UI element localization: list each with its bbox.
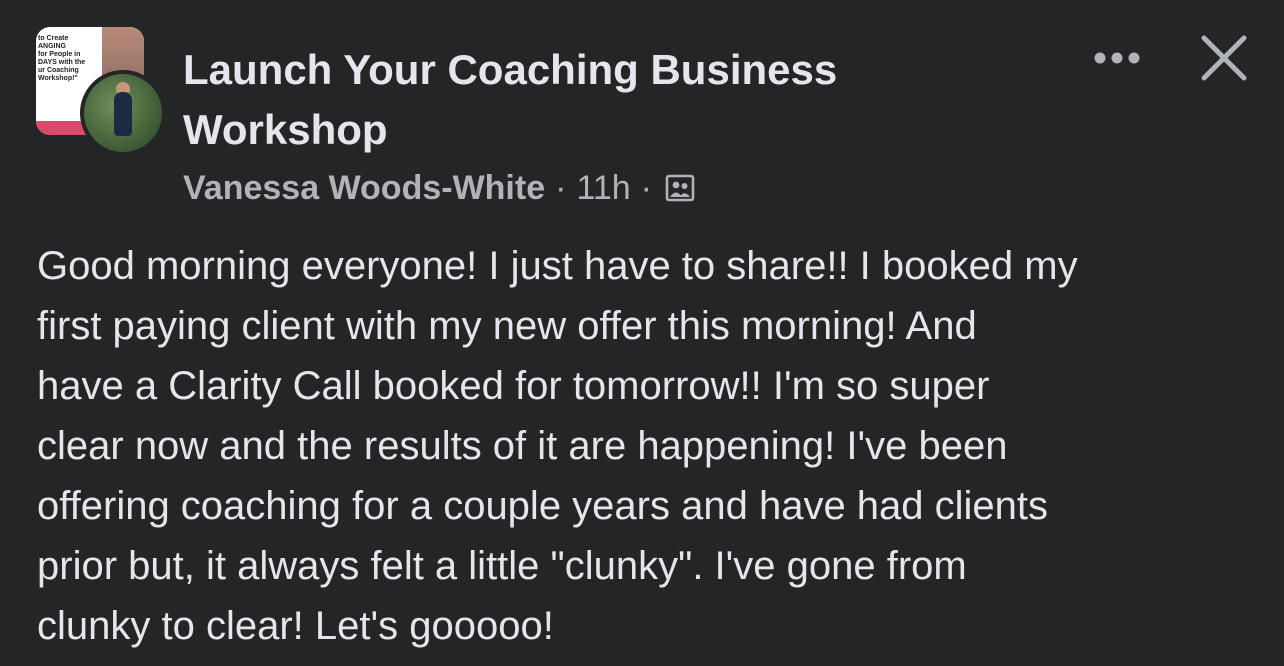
author-name-link[interactable]: Vanessa Woods-White — [183, 169, 545, 208]
close-icon — [1201, 35, 1247, 81]
post-card: to Create ANGING for People in DAYS with… — [0, 0, 1284, 666]
meta-separator: · — [555, 168, 567, 207]
author-avatar-figure — [114, 92, 132, 136]
author-avatar[interactable] — [80, 70, 166, 156]
post-body-text: Good morning everyone! I just have to sh… — [37, 244, 1078, 648]
post-timestamp[interactable]: 11h — [576, 169, 630, 208]
post-meta: Vanessa Woods-White · 11h · — [183, 166, 696, 210]
group-avatar-text: to Create ANGING for People in DAYS with… — [38, 35, 86, 82]
group-audience-icon — [664, 172, 696, 204]
more-options-button[interactable] — [1088, 38, 1146, 78]
close-button[interactable] — [1196, 30, 1252, 86]
more-horizontal-icon — [1094, 52, 1140, 64]
group-name-link[interactable]: Launch Your Coaching Business Workshop — [183, 40, 943, 160]
meta-separator: · — [640, 168, 652, 207]
